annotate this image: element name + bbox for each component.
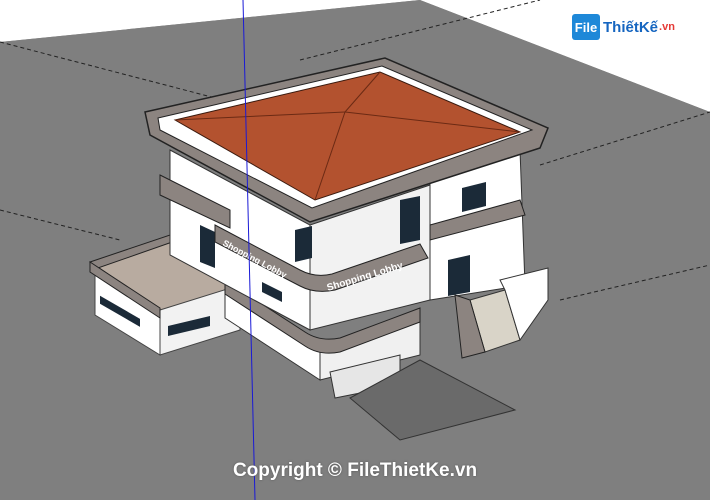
window-front-1 [200, 225, 215, 268]
logo-tld: .vn [659, 21, 675, 33]
copyright-watermark: Copyright © FileThietKe.vn [232, 460, 478, 481]
window-upper-2 [400, 196, 420, 244]
logo-text: ThiếtKế [603, 18, 659, 36]
window-upper-1 [295, 226, 312, 262]
sketchup-viewport[interactable]: Shopping Lobby Shopping Lobby File Thiết… [0, 0, 710, 500]
site-logo: File ThiếtKế .vn [572, 12, 675, 42]
window-tower-2 [448, 255, 470, 296]
logo-badge: File [572, 14, 600, 40]
3d-scene[interactable]: Shopping Lobby Shopping Lobby [0, 0, 710, 500]
